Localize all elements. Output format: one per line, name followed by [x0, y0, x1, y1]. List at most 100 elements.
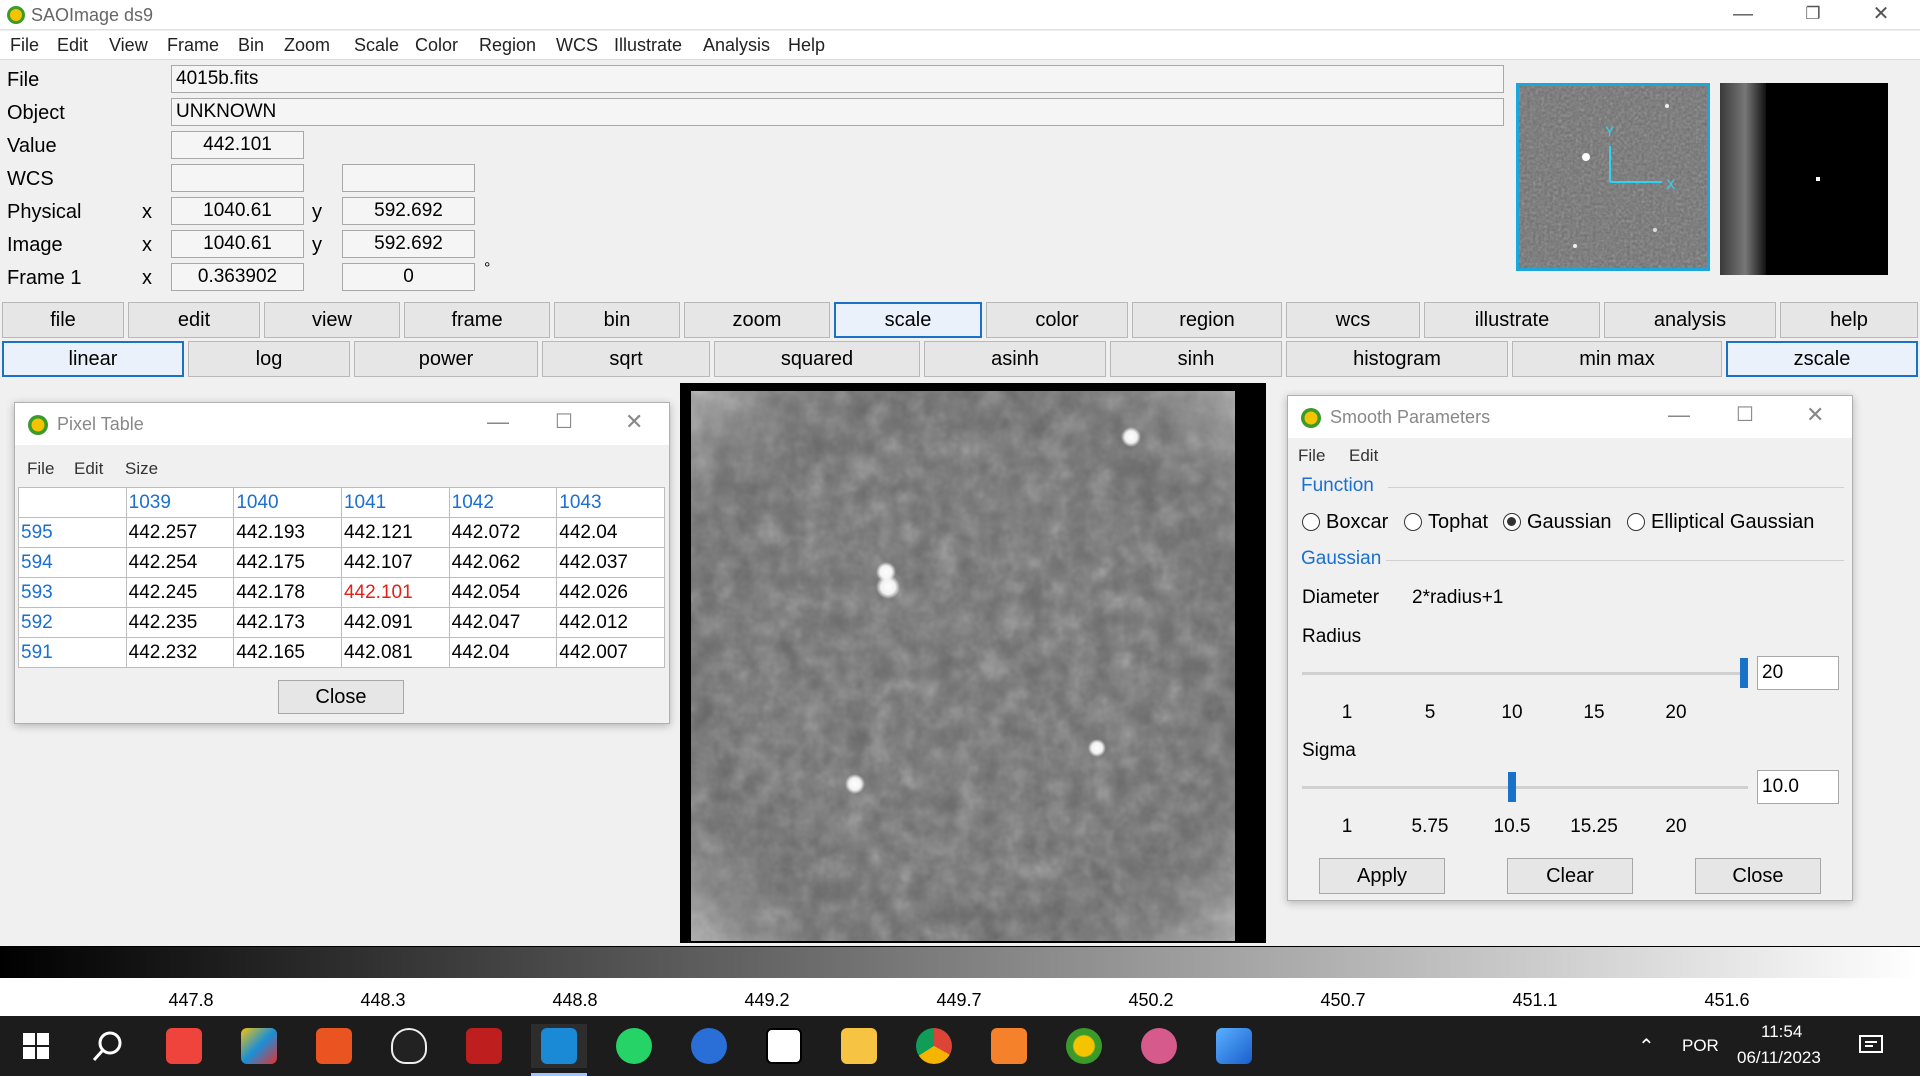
- radio-elliptical-gaussian[interactable]: Elliptical Gaussian: [1627, 511, 1814, 534]
- star-1: [1121, 427, 1141, 447]
- degree-symbol: °: [484, 260, 491, 277]
- radius-slider-track[interactable]: [1302, 672, 1748, 675]
- smooth-close-x[interactable]: ✕: [1806, 402, 1824, 428]
- btn-file[interactable]: file: [2, 302, 124, 338]
- btn-wcs[interactable]: wcs: [1286, 302, 1420, 338]
- btn-scale-power[interactable]: power: [354, 341, 538, 377]
- pdf-icon[interactable]: [981, 1024, 1037, 1068]
- sigma-slider-thumb[interactable]: [1507, 772, 1516, 802]
- radio-gaussian[interactable]: Gaussian: [1503, 511, 1612, 534]
- ds9-alt-icon[interactable]: [1131, 1024, 1187, 1068]
- pixel-menu-edit[interactable]: Edit: [74, 459, 103, 479]
- btn-zoom[interactable]: zoom: [684, 302, 830, 338]
- menu-view[interactable]: View: [109, 35, 148, 56]
- btn-view[interactable]: view: [264, 302, 400, 338]
- smooth-apply-button[interactable]: Apply: [1319, 858, 1445, 894]
- notion-icon[interactable]: [756, 1024, 812, 1068]
- smooth-clear-button[interactable]: Clear: [1507, 858, 1633, 894]
- tray-time[interactable]: 11:54: [1761, 1022, 1802, 1042]
- menu-region[interactable]: Region: [479, 35, 536, 56]
- radius-value-input[interactable]: 20: [1757, 656, 1839, 690]
- btn-scale-sqrt[interactable]: sqrt: [542, 341, 710, 377]
- menu-color[interactable]: Color: [415, 35, 458, 56]
- colorbar-tick: 451.6: [1704, 990, 1750, 1010]
- btn-analysis[interactable]: analysis: [1604, 302, 1776, 338]
- smooth-menu-file[interactable]: File: [1298, 446, 1325, 466]
- vscode-icon[interactable]: [531, 1024, 587, 1068]
- pixel-table-close-button[interactable]: Close: [278, 680, 404, 714]
- btn-help[interactable]: help: [1780, 302, 1918, 338]
- smooth-menu-edit[interactable]: Edit: [1349, 446, 1378, 466]
- notification-icon[interactable]: [1858, 1034, 1884, 1058]
- btn-color[interactable]: color: [986, 302, 1128, 338]
- filezilla-icon[interactable]: [456, 1024, 512, 1068]
- explorer-icon[interactable]: [831, 1024, 887, 1068]
- anydesk-icon[interactable]: [156, 1024, 212, 1068]
- restore-button[interactable]: ❐: [1782, 0, 1844, 30]
- chrome-icon[interactable]: [906, 1024, 962, 1068]
- menu-illustrate[interactable]: Illustrate: [614, 35, 682, 56]
- menu-wcs[interactable]: WCS: [556, 35, 598, 56]
- colorbar[interactable]: [0, 946, 1920, 978]
- tray-chevron-up-icon[interactable]: ⌃: [1638, 1034, 1655, 1059]
- title-bar: SAOImage ds9 — ❐ ✕: [0, 0, 1920, 30]
- whatsapp-icon[interactable]: [606, 1024, 662, 1068]
- image-frame[interactable]: [680, 383, 1266, 943]
- ubuntu-icon[interactable]: [306, 1024, 362, 1068]
- btn-frame[interactable]: frame: [404, 302, 550, 338]
- sigma-tick: 20: [1665, 816, 1687, 837]
- btn-scale-squared[interactable]: squared: [714, 341, 920, 377]
- col-header: 1039: [125, 487, 235, 518]
- menu-analysis[interactable]: Analysis: [703, 35, 770, 56]
- btn-scale-asinh[interactable]: asinh: [924, 341, 1106, 377]
- menu-bin[interactable]: Bin: [238, 35, 264, 56]
- radio-circle: [1302, 513, 1320, 531]
- btn-scale-histogram[interactable]: histogram: [1286, 341, 1508, 377]
- pixel-table-close-x[interactable]: ✕: [625, 409, 643, 435]
- btn-bin[interactable]: bin: [554, 302, 680, 338]
- btn-scale-minmax[interactable]: min max: [1512, 341, 1722, 377]
- tray-date[interactable]: 06/11/2023: [1737, 1048, 1821, 1068]
- pixel-table-maximize[interactable]: ☐: [555, 409, 573, 434]
- sigma-value-input[interactable]: 10.0: [1757, 770, 1839, 804]
- menu-scale[interactable]: Scale: [354, 35, 399, 56]
- btn-scale-linear[interactable]: linear: [2, 341, 184, 377]
- pixel-table-minimize[interactable]: —: [487, 409, 509, 435]
- pixel-menu-file[interactable]: File: [27, 459, 54, 479]
- panner-y-axis-label: Y: [1605, 123, 1615, 139]
- thunderbird-icon[interactable]: [681, 1024, 737, 1068]
- smooth-maximize[interactable]: ☐: [1736, 402, 1754, 427]
- sigma-slider-track[interactable]: [1302, 786, 1748, 789]
- pixel-menu-size[interactable]: Size: [125, 459, 158, 479]
- menu-zoom[interactable]: Zoom: [284, 35, 330, 56]
- radio-tophat[interactable]: Tophat: [1404, 511, 1488, 534]
- btn-edit[interactable]: edit: [128, 302, 260, 338]
- btn-scale-log[interactable]: log: [188, 341, 350, 377]
- minimize-button[interactable]: —: [1712, 0, 1774, 30]
- btn-scale-sinh[interactable]: sinh: [1110, 341, 1282, 377]
- photos-icon[interactable]: [1206, 1024, 1262, 1068]
- menu-help[interactable]: Help: [788, 35, 825, 56]
- linux-icon[interactable]: [381, 1024, 437, 1068]
- radius-slider-thumb[interactable]: [1740, 658, 1748, 688]
- ds9-icon[interactable]: [1056, 1024, 1112, 1068]
- radio-boxcar[interactable]: Boxcar: [1302, 511, 1388, 534]
- radio-label: Boxcar: [1326, 511, 1389, 533]
- git-icon[interactable]: [231, 1024, 287, 1068]
- menu-edit[interactable]: Edit: [57, 35, 88, 56]
- smooth-close-button[interactable]: Close: [1695, 858, 1821, 894]
- panner-view[interactable]: Y X: [1516, 83, 1710, 271]
- smooth-minimize[interactable]: —: [1668, 402, 1690, 428]
- btn-illustrate[interactable]: illustrate: [1424, 302, 1600, 338]
- menu-frame[interactable]: Frame: [167, 35, 219, 56]
- tray-language[interactable]: POR: [1682, 1036, 1719, 1056]
- search-icon[interactable]: [80, 1024, 136, 1068]
- fits-image: [691, 391, 1235, 941]
- btn-scale[interactable]: scale: [834, 302, 982, 338]
- btn-scale-zscale[interactable]: zscale: [1726, 341, 1918, 377]
- btn-region[interactable]: region: [1132, 302, 1282, 338]
- start-icon[interactable]: [8, 1024, 64, 1068]
- table-row: 593 442.245 442.178 442.101 442.054 442.…: [18, 577, 665, 608]
- close-window-button[interactable]: ✕: [1850, 0, 1912, 30]
- menu-file[interactable]: File: [10, 35, 39, 56]
